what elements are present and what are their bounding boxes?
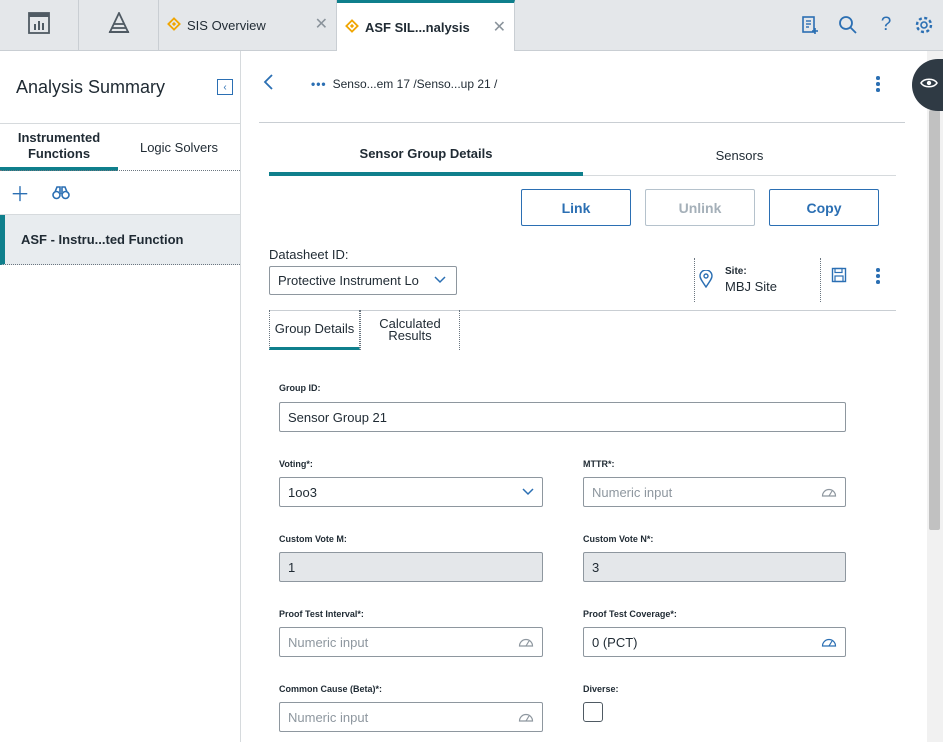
add-icon[interactable]: ＋ <box>10 178 30 207</box>
top-bar: SIS Overview ✕ ASF SIL...nalysis ✕ ? <box>0 0 943 51</box>
eye-arrow-icon <box>920 76 938 95</box>
left-tabs: Instrumented Functions Logic Solvers <box>0 123 240 171</box>
tab-sensor-group-details[interactable]: Sensor Group Details <box>269 134 583 176</box>
panel-title: Analysis Summary <box>16 77 166 97</box>
back-icon[interactable] <box>263 73 275 97</box>
site-label: Site: <box>725 266 747 277</box>
copy-button[interactable]: Copy <box>769 189 879 226</box>
close-icon[interactable]: ✕ <box>493 17 506 37</box>
link-button[interactable]: Link <box>521 189 631 226</box>
custom-vote-n-label: Custom Vote N*: <box>583 534 654 544</box>
gauge-icon <box>821 636 837 651</box>
voting-select[interactable]: 1oo3 <box>279 477 543 507</box>
diamond-icon <box>167 17 181 34</box>
proof-test-coverage-field[interactable]: 0 (PCT) <box>583 627 846 657</box>
help-icon[interactable]: ? <box>867 14 905 36</box>
common-cause-field[interactable]: Numeric input <box>279 702 543 732</box>
divider <box>820 258 821 302</box>
tab-group-details[interactable]: Group Details <box>269 310 360 350</box>
datasheet-label: Datasheet ID: <box>269 247 349 262</box>
datasheet-select[interactable]: Protective Instrument Lo <box>269 266 457 295</box>
more-horizontal-icon[interactable]: ••• <box>311 77 327 91</box>
gear-icon[interactable] <box>905 15 943 35</box>
chevron-down-icon <box>522 486 534 501</box>
main-panel: ••• Senso...em 17 /Senso...up 21 / Senso… <box>241 51 927 742</box>
dashboard-icon <box>28 11 50 39</box>
divider <box>694 258 695 302</box>
proof-test-interval-placeholder: Numeric input <box>288 634 369 650</box>
left-toolbar: ＋ <box>0 170 240 215</box>
group-id-field[interactable]: Sensor Group 21 <box>279 402 846 432</box>
gauge-icon <box>518 711 534 726</box>
proof-test-interval-label: Proof Test Interval*: <box>279 609 364 619</box>
common-cause-label: Common Cause (Beta)*: <box>279 684 383 694</box>
document-add-icon[interactable] <box>791 15 829 35</box>
gauge-icon <box>821 486 837 501</box>
dashboard-button[interactable] <box>0 0 79 50</box>
search-icon[interactable] <box>829 15 867 35</box>
custom-vote-m-label: Custom Vote M: <box>279 534 347 544</box>
mttr-label: MTTR*: <box>583 459 615 469</box>
chevron-down-icon <box>434 273 446 290</box>
mttr-field[interactable]: Numeric input <box>583 477 846 507</box>
group-id-label: Group ID: <box>279 383 321 393</box>
list-item[interactable]: ASF - Instru...ted Function <box>0 215 240 265</box>
pyramid-icon <box>107 10 131 39</box>
tab-label: ASF SIL...nalysis <box>365 19 470 35</box>
binoculars-icon[interactable] <box>52 185 70 200</box>
divider <box>259 122 905 123</box>
pyramid-button[interactable] <box>79 0 159 50</box>
custom-vote-m-field: 1 <box>279 552 543 582</box>
custom-vote-n-value: 3 <box>592 559 600 575</box>
collapse-panel-icon[interactable]: ‹ <box>217 79 233 95</box>
datasheet-value: Protective Instrument Lo <box>278 273 419 288</box>
close-icon[interactable]: ✕ <box>315 14 328 34</box>
tab-instrumented-functions[interactable]: Instrumented Functions <box>0 124 118 171</box>
proof-test-interval-field[interactable]: Numeric input <box>279 627 543 657</box>
breadcrumb: ••• Senso...em 17 /Senso...up 21 / <box>311 77 497 91</box>
more-vertical-icon[interactable] <box>874 268 882 286</box>
custom-vote-n-field: 3 <box>583 552 846 582</box>
group-id-value: Sensor Group 21 <box>288 409 388 425</box>
voting-value: 1oo3 <box>288 484 317 500</box>
main-tabs: Sensor Group Details Sensors <box>269 134 896 176</box>
more-vertical-icon[interactable] <box>874 76 882 94</box>
left-panel: Analysis Summary ‹ Instrumented Function… <box>0 51 241 742</box>
site-value: MBJ Site <box>725 279 778 294</box>
proof-test-coverage-value: 0 (PCT) <box>592 634 638 650</box>
custom-vote-m-value: 1 <box>288 559 296 575</box>
diverse-label: Diverse: <box>583 684 619 694</box>
top-icons: ? <box>791 0 943 50</box>
proof-test-coverage-label: Proof Test Coverage*: <box>583 609 677 619</box>
diamond-icon <box>345 18 359 36</box>
scrollbar-thumb[interactable] <box>929 110 940 530</box>
unlink-button[interactable]: Unlink <box>645 189 755 226</box>
location-pin-icon <box>699 269 713 293</box>
tab-sensors[interactable]: Sensors <box>583 134 896 176</box>
tab-sis-overview[interactable]: SIS Overview ✕ <box>159 0 337 51</box>
save-icon[interactable] <box>831 267 847 288</box>
gauge-icon <box>518 636 534 651</box>
mttr-placeholder: Numeric input <box>592 484 673 500</box>
tab-logic-solvers[interactable]: Logic Solvers <box>118 124 240 171</box>
tab-calculated-results[interactable]: Calculated Results <box>360 310 460 350</box>
breadcrumb-text[interactable]: Senso...em 17 /Senso...up 21 / <box>333 77 498 91</box>
common-cause-placeholder: Numeric input <box>288 709 369 725</box>
voting-label: Voting*: <box>279 459 313 469</box>
tab-asf-sil-analysis[interactable]: ASF SIL...nalysis ✕ <box>337 0 515 51</box>
diverse-checkbox[interactable] <box>583 702 603 722</box>
tab-label: SIS Overview <box>187 18 266 33</box>
